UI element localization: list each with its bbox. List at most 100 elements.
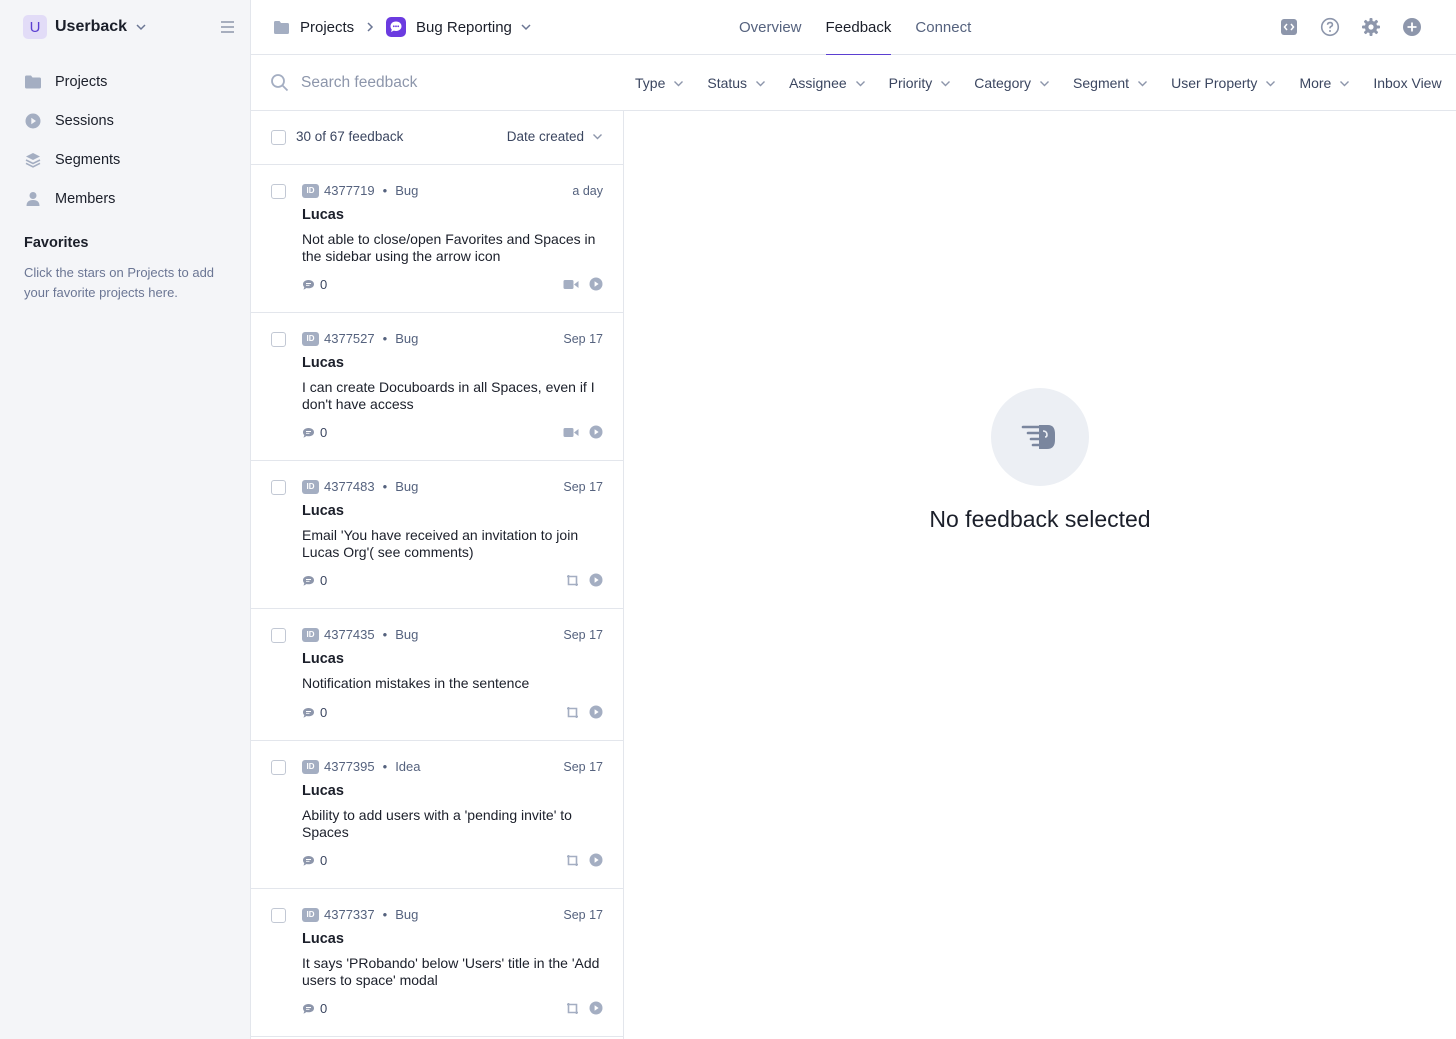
item-description: Notification mistakes in the sentence [302, 675, 530, 691]
separator-dot: • [382, 331, 388, 346]
filter-assignee[interactable]: Assignee [789, 75, 866, 91]
chevron-down-icon [756, 80, 766, 86]
item-meta: ID 4377435 • Bug [302, 627, 418, 642]
item-comments: 0 [302, 853, 327, 868]
chevron-down-icon [674, 80, 684, 86]
sidebar-item-segments[interactable]: Segments [24, 140, 234, 179]
sidebar-item-label: Segments [55, 151, 121, 168]
chevron-down-icon [1340, 80, 1350, 86]
filter-more[interactable]: More [1299, 75, 1350, 91]
id-badge-icon: ID [302, 479, 319, 494]
project-switcher[interactable]: Bug Reporting [386, 16, 532, 38]
folder-icon [24, 73, 42, 91]
separator-dot: • [382, 479, 388, 494]
chevron-down-icon [521, 24, 531, 31]
replay-icon[interactable] [589, 277, 603, 291]
comment-count: 0 [320, 705, 328, 720]
item-checkbox[interactable] [271, 184, 286, 199]
feedback-item[interactable]: ID 4377719 • Bug a day Lucas Not able to cl… [251, 165, 623, 313]
filter-label: Segment [1073, 75, 1130, 91]
feedback-list: 30 of 67 feedback Date created ID 4377719… [251, 111, 624, 1039]
item-checkbox[interactable] [271, 908, 286, 923]
item-type: Bug [395, 907, 419, 922]
workspace-switcher[interactable]: U Userback [23, 15, 147, 39]
filter-segment[interactable]: Segment [1073, 75, 1148, 91]
item-time: Sep 17 [563, 480, 603, 494]
item-checkbox[interactable] [271, 480, 286, 495]
list-header: 30 of 67 feedback Date created [251, 111, 623, 165]
replay-icon[interactable] [589, 1001, 603, 1015]
item-checkbox[interactable] [271, 628, 286, 643]
feedback-item[interactable]: ID 4377435 • Bug Sep 17 Lucas Notification … [251, 609, 623, 741]
sidebar-item-projects[interactable]: Projects [24, 62, 234, 101]
item-comments: 0 [302, 1001, 327, 1016]
workspace-name: Userback [55, 18, 128, 35]
filter-type[interactable]: Type [635, 75, 684, 91]
feedback-item[interactable]: ID 4377483 • Bug Sep 17 Lucas Email 'You ha… [251, 461, 623, 609]
replay-icon[interactable] [589, 853, 603, 867]
item-description: I can create Docuboards in all Spaces, e… [302, 379, 595, 412]
item-description: It says 'PRobando' below 'Users' title i… [302, 955, 600, 988]
select-all-checkbox[interactable] [271, 130, 286, 145]
item-meta: ID 4377483 • Bug [302, 479, 418, 494]
filter-category[interactable]: Category [974, 75, 1050, 91]
empty-state-message: No feedback selected [929, 506, 1151, 532]
feedback-item[interactable]: ID 4377337 • Bug Sep 17 Lucas It says 'PRob… [251, 889, 623, 1037]
folder-icon [274, 20, 289, 34]
filter-label: Type [635, 75, 666, 91]
screenshot-icon [566, 706, 579, 719]
item-author: Lucas [302, 783, 344, 799]
pointing-hand-icon [991, 388, 1089, 486]
help-icon[interactable] [1320, 17, 1340, 37]
search-icon [271, 74, 289, 92]
id-badge-icon: ID [302, 759, 319, 774]
sort-dropdown[interactable]: Date created [507, 129, 603, 144]
item-id: 4377337 [324, 907, 375, 922]
sidebar-item-label: Members [55, 190, 116, 207]
breadcrumb-label: Projects [300, 18, 355, 36]
item-meta: ID 4377337 • Bug [302, 907, 418, 922]
comment-count: 0 [320, 425, 328, 440]
tab-feedback[interactable]: Feedback [825, 0, 891, 56]
replay-icon[interactable] [589, 573, 603, 587]
video-icon [563, 427, 579, 438]
breadcrumb-projects[interactable]: Projects [273, 16, 354, 38]
filter-dropdowns: Type Status Assignee Priority Category S… [635, 55, 1456, 110]
item-meta: ID 4377527 • Bug [302, 331, 418, 346]
filter-inbox-view[interactable]: Inbox View [1373, 75, 1441, 91]
comment-icon [303, 575, 314, 586]
tab-overview[interactable]: Overview [739, 0, 802, 55]
filter-label: Category [974, 75, 1032, 91]
sidebar-toggle-icon[interactable] [219, 19, 236, 35]
gear-icon[interactable] [1361, 17, 1381, 37]
sidebar-item-members[interactable]: Members [24, 179, 234, 218]
plus-circle-icon[interactable] [1402, 17, 1422, 37]
feedback-item[interactable]: ID 4377527 • Bug Sep 17 Lucas I can create … [251, 313, 623, 461]
item-checkbox[interactable] [271, 332, 286, 347]
replay-icon[interactable] [589, 705, 603, 719]
feedback-item[interactable]: ID 4377395 • Idea Sep 17 Lucas Ability to a… [251, 741, 623, 889]
filter-label: Inbox View [1373, 75, 1442, 91]
filter-priority[interactable]: Priority [889, 75, 952, 91]
item-attachments [556, 1001, 603, 1015]
item-meta: ID 4377719 • Bug [302, 183, 418, 198]
tab-connect[interactable]: Connect [915, 0, 971, 55]
favorites-heading: Favorites [24, 235, 89, 251]
project-chat-icon [386, 17, 406, 37]
chevron-right-icon [367, 22, 374, 32]
comment-count: 0 [320, 1001, 328, 1016]
filter-user-property[interactable]: User Property [1171, 75, 1276, 91]
sidebar-item-label: Projects [55, 73, 108, 90]
search-input[interactable] [301, 70, 601, 96]
item-checkbox[interactable] [271, 760, 286, 775]
comment-icon [303, 707, 314, 718]
filter-bar: Type Status Assignee Priority Category S… [251, 55, 1456, 111]
item-description: Not able to close/open Favorites and Spa… [302, 231, 596, 264]
replay-icon[interactable] [589, 425, 603, 439]
chevron-down-icon [941, 80, 951, 86]
filter-status[interactable]: Status [707, 75, 766, 91]
item-description: Ability to add users with a 'pending inv… [302, 807, 572, 840]
sidebar-item-sessions[interactable]: Sessions [24, 101, 234, 140]
code-icon[interactable] [1279, 17, 1299, 37]
item-comments: 0 [302, 705, 327, 720]
